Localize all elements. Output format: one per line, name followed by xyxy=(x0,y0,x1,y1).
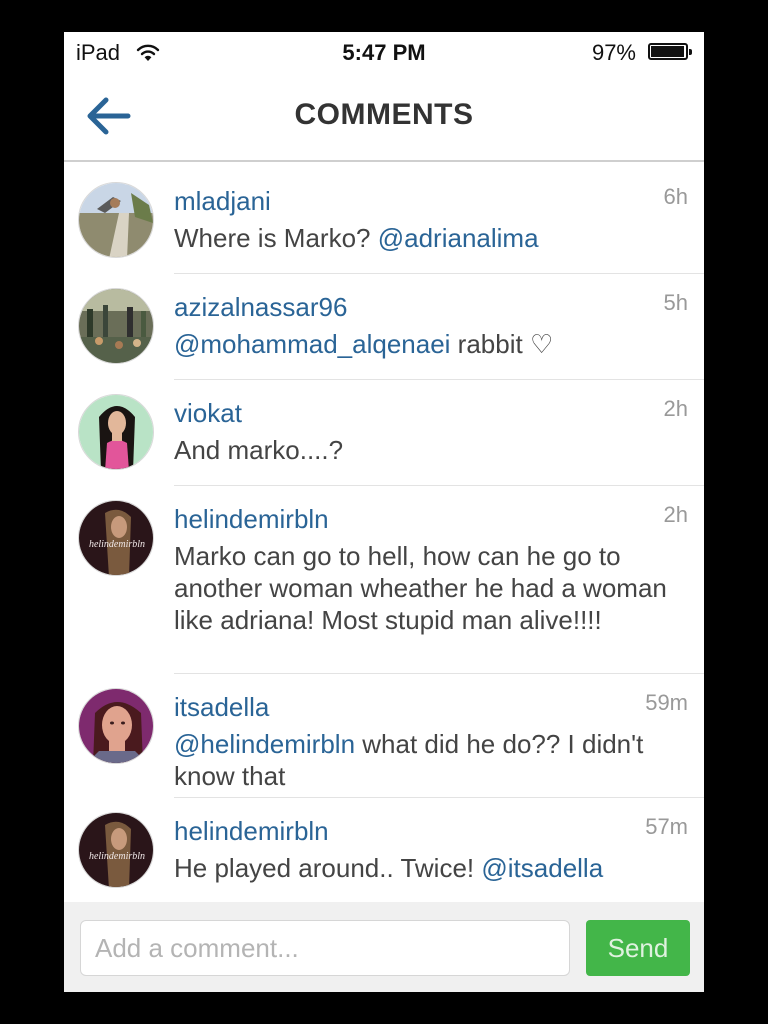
avatar[interactable] xyxy=(78,394,154,470)
comment-text: @mohammad_alqenaei rabbit ♡ xyxy=(174,328,684,360)
comment-timestamp: 6h xyxy=(663,184,688,209)
mention-link[interactable]: @helindemirbln xyxy=(174,729,355,759)
battery-fill xyxy=(651,46,684,57)
avatar[interactable] xyxy=(78,182,154,258)
comment-composer: Send xyxy=(64,902,704,992)
comment-username[interactable]: helindemirbln xyxy=(174,816,329,847)
comment-row: helindemirbln helindemirbln 57m He played a… xyxy=(64,798,704,902)
comment-text-segment: He played around.. Twice! xyxy=(174,853,482,883)
battery-nub xyxy=(689,49,692,55)
comment-username[interactable]: azizalnassar96 xyxy=(174,292,347,323)
comment-input[interactable] xyxy=(80,920,570,976)
navigation-bar: COMMENTS xyxy=(64,72,704,162)
comment-username[interactable]: itsadella xyxy=(174,692,269,723)
comment-timestamp: 57m xyxy=(645,814,688,839)
comment-text-segment: rabbit ♡ xyxy=(450,329,554,359)
comment-timestamp: 2h xyxy=(663,502,688,527)
comment-text: Marko can go to hell, how can he go to a… xyxy=(174,540,684,636)
comment-text: And marko....? xyxy=(174,434,684,466)
comment-row: viokat 2h And marko....? xyxy=(64,380,704,486)
mention-link[interactable]: @itsadella xyxy=(481,853,603,883)
mention-link[interactable]: @adrianalima xyxy=(378,223,539,253)
battery-icon xyxy=(648,43,692,60)
battery-percent: 97% xyxy=(591,40,636,65)
comment-username[interactable]: helindemirbln xyxy=(174,504,329,535)
comment-text: @helindemirbln what did he do?? I didn't… xyxy=(174,728,684,792)
comment-list[interactable]: mladjani 6h Where is Marko? @adrianalima az… xyxy=(64,168,704,902)
avatar[interactable] xyxy=(78,288,154,364)
comment-text-segment: Marko can go to hell, how can he go to a… xyxy=(174,541,667,635)
page-title: COMMENTS xyxy=(294,98,474,131)
comment-timestamp: 2h xyxy=(663,396,688,421)
svg-text:helindemirbln: helindemirbln xyxy=(89,851,145,862)
comment-row: itsadella 59m @helindemirbln what did he d… xyxy=(64,674,704,798)
status-bar: iPad 5:47 PM 97% xyxy=(64,32,704,72)
send-button[interactable]: Send xyxy=(586,920,690,976)
comment-row: mladjani 6h Where is Marko? @adrianalima xyxy=(64,168,704,274)
comment-row: helindemirbln helindemirbln 2h Marko can go… xyxy=(64,486,704,674)
avatar[interactable]: helindemirbln xyxy=(78,812,154,888)
comment-username[interactable]: mladjani xyxy=(174,186,271,217)
mention-link[interactable]: @mohammad_alqenaei xyxy=(174,329,450,359)
comments-screen: iPad 5:47 PM 97% COMMENTS mladjani 6h Wher… xyxy=(64,32,704,992)
comment-text-segment: Where is Marko? xyxy=(174,223,378,253)
comment-username[interactable]: viokat xyxy=(174,398,242,429)
comment-timestamp: 59m xyxy=(645,690,688,715)
svg-text:helindemirbln: helindemirbln xyxy=(89,539,145,550)
comment-text: He played around.. Twice! @itsadella xyxy=(174,852,684,884)
comment-text-segment: And marko....? xyxy=(174,435,344,465)
avatar[interactable]: helindemirbln xyxy=(78,500,154,576)
comment-text: Where is Marko? @adrianalima xyxy=(174,222,684,254)
comment-timestamp: 5h xyxy=(663,290,688,315)
avatar[interactable] xyxy=(78,688,154,764)
comment-row: azizalnassar96 5h @mohammad_alqenaei rabbi… xyxy=(64,274,704,380)
